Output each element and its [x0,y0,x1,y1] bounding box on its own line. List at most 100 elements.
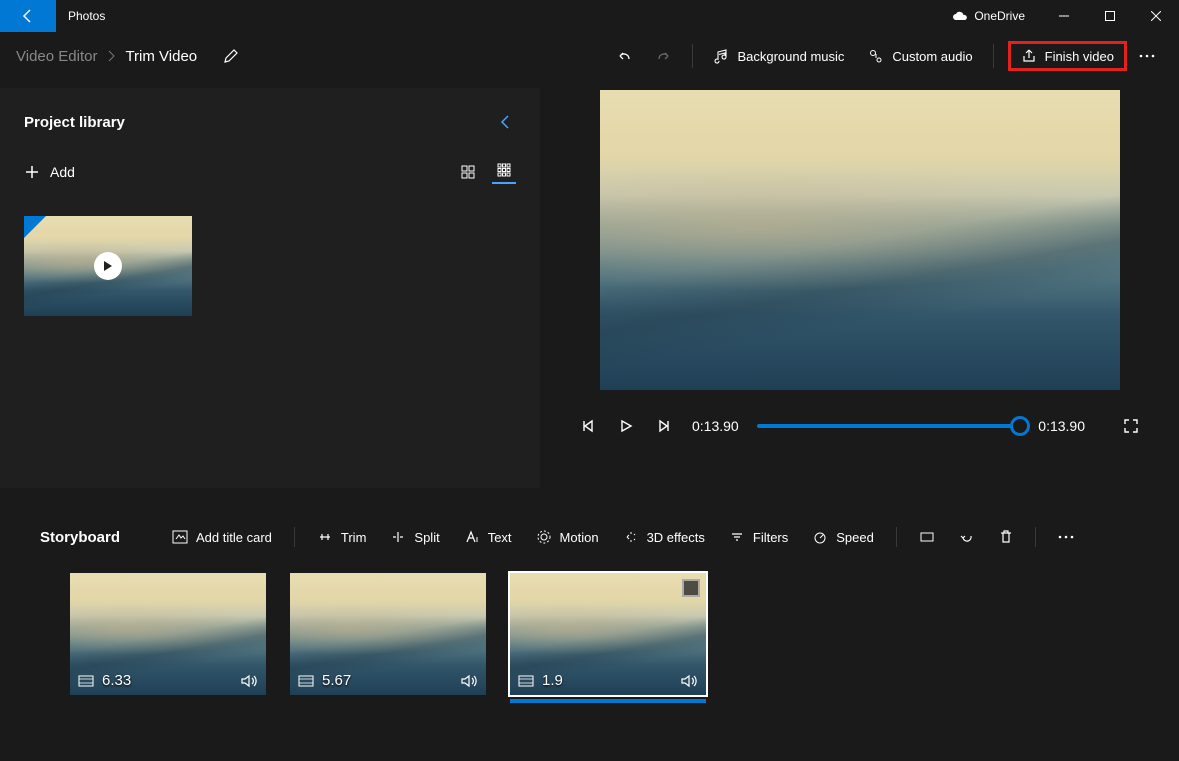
export-icon [1021,48,1037,64]
time-total: 0:13.90 [1038,418,1085,434]
music-note-icon [713,48,729,64]
3d-effects-button[interactable]: 3D effects [611,530,717,545]
clip-duration: 1.9 [542,672,563,689]
window-minimize-button[interactable] [1041,0,1087,32]
undo-button[interactable] [604,36,644,76]
speed-label: Speed [836,530,874,545]
rotate-button[interactable] [947,530,987,544]
library-clip[interactable] [24,216,192,316]
clip-checkbox[interactable] [682,579,700,597]
view-small-button[interactable] [492,160,516,184]
text-label: Text [488,530,512,545]
onedrive-status[interactable]: OneDrive [952,9,1025,23]
video-indicator-icon [24,216,46,238]
resize-button[interactable] [907,530,947,544]
back-button[interactable] [0,0,56,32]
finish-video-button[interactable]: Finish video [1008,41,1127,71]
top-toolbar: Video Editor Trim Video Background music… [0,32,1179,80]
clip-volume-button[interactable] [240,673,258,689]
storyboard-toolbar: Storyboard Add title card Trim Split Tex… [0,513,1179,561]
trim-button[interactable]: Trim [305,530,379,545]
crop-icon [919,530,935,544]
motion-label: Motion [560,530,599,545]
clip-volume-button[interactable] [460,673,478,689]
ellipsis-icon [1058,535,1074,539]
speed-icon [812,530,828,544]
chevron-right-icon [107,50,115,62]
clip-duration: 5.67 [322,672,351,689]
trim-label: Trim [341,530,367,545]
clip-volume-button[interactable] [680,673,698,689]
motion-icon [536,530,552,544]
preview-panel: 0:13.90 0:13.90 [540,80,1179,513]
text-icon [464,530,480,544]
collapse-library-button[interactable] [494,108,516,136]
redo-button[interactable] [644,36,684,76]
add-label: Add [50,164,75,180]
storyboard-clip-selected[interactable]: 1.9 [510,573,706,695]
play-button[interactable] [616,419,636,433]
view-large-button[interactable] [456,160,480,184]
title-card-icon [172,530,188,544]
cloud-icon [952,11,968,21]
film-icon [298,675,314,687]
window-maximize-button[interactable] [1087,0,1133,32]
breadcrumb-current[interactable]: Trim Video [125,48,197,65]
text-button[interactable]: Text [452,530,524,545]
rotate-icon [959,530,975,544]
custom-audio-button[interactable]: Custom audio [856,36,984,76]
filters-icon [729,530,745,544]
next-frame-button[interactable] [654,419,674,433]
split-icon [390,530,406,544]
sparkle-icon [623,530,639,544]
chevron-left-icon [500,114,510,130]
grid-large-icon [461,165,475,179]
background-music-button[interactable]: Background music [701,36,856,76]
onedrive-label: OneDrive [974,9,1025,23]
plus-icon [24,164,40,180]
add-title-card-button[interactable]: Add title card [160,530,284,545]
preview-video[interactable] [600,90,1120,390]
volume-icon [680,673,698,689]
edit-pencil-icon[interactable] [223,48,239,64]
seek-slider[interactable] [757,424,1021,428]
more-button[interactable] [1127,36,1167,76]
library-title: Project library [24,114,125,131]
volume-icon [460,673,478,689]
filters-label: Filters [753,530,788,545]
filters-button[interactable]: Filters [717,530,800,545]
grid-small-icon [497,163,511,177]
custom-audio-label: Custom audio [892,49,972,64]
fullscreen-button[interactable] [1121,418,1141,434]
storyboard-more-button[interactable] [1046,535,1086,539]
breadcrumb: Video Editor Trim Video [12,48,239,65]
film-icon [78,675,94,687]
add-title-card-label: Add title card [196,530,272,545]
custom-audio-icon [868,48,884,64]
split-button[interactable]: Split [378,530,451,545]
split-label: Split [414,530,439,545]
project-library-panel: Project library Add [0,88,540,488]
motion-button[interactable]: Motion [524,530,611,545]
play-overlay-icon [94,252,122,280]
app-title: Photos [56,9,105,23]
delete-button[interactable] [987,529,1025,545]
clip-duration: 6.33 [102,672,131,689]
film-icon [518,675,534,687]
storyboard-clip[interactable]: 5.67 [290,573,486,695]
storyboard-clips: 6.33 5.67 1.9 [0,561,1179,761]
storyboard-title: Storyboard [40,529,120,546]
3d-effects-label: 3D effects [647,530,705,545]
seek-knob[interactable] [1010,416,1030,436]
finish-video-label: Finish video [1045,49,1114,64]
background-music-label: Background music [737,49,844,64]
storyboard-clip[interactable]: 6.33 [70,573,266,695]
prev-frame-button[interactable] [578,419,598,433]
volume-icon [240,673,258,689]
breadcrumb-root[interactable]: Video Editor [16,48,97,65]
window-close-button[interactable] [1133,0,1179,32]
time-current: 0:13.90 [692,418,739,434]
ellipsis-icon [1139,54,1155,58]
add-media-button[interactable]: Add [24,164,75,180]
speed-button[interactable]: Speed [800,530,886,545]
